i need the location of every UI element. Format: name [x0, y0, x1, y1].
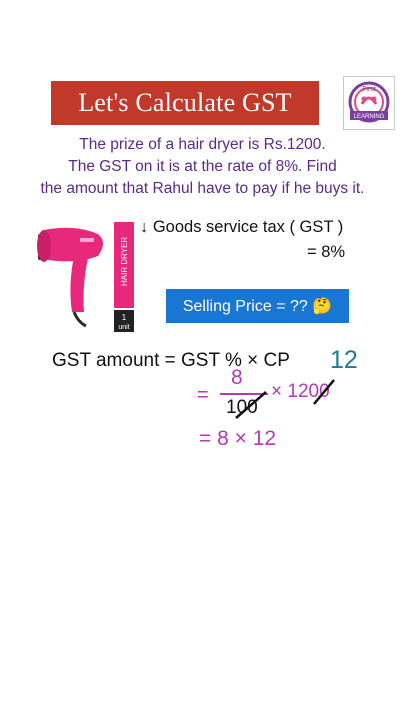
hair-dryer-image: [30, 218, 110, 330]
gst-rate: = 8%: [307, 243, 346, 261]
question-line: the amount that Rahul have to pay if he …: [40, 180, 365, 197]
logo-top-text: First: [362, 86, 376, 93]
hair-dryer-box: HAIR DRYER 1 unit: [114, 222, 134, 332]
question-text: The prize of a hair dryer is Rs.1200. Th…: [0, 134, 405, 200]
logo-bottom-text: LEARNING: [354, 114, 385, 120]
box-label: HAIR DRYER: [120, 237, 129, 286]
selling-price-box: Selling Price = ?? 🤔: [166, 289, 349, 323]
box-unit: unit: [118, 324, 129, 331]
first-learning-logo: First LEARNING: [343, 76, 395, 130]
cancel-stroke-1200: [313, 379, 335, 405]
page-title: Let's Calculate GST: [78, 88, 292, 117]
cancel-stroke-100: [235, 391, 267, 419]
logo-graphic: First LEARNING: [348, 81, 390, 123]
box-count: 1: [122, 313, 127, 322]
question-line: The prize of a hair dryer is Rs.1200.: [79, 136, 326, 153]
title-banner: Let's Calculate GST: [51, 81, 319, 125]
working-step-2: = 8 × 12: [199, 427, 277, 450]
gst-label: ↓ Goods service tax ( GST ): [140, 218, 344, 236]
question-line: The GST on it is at the rate of 8%. Find: [68, 158, 337, 175]
